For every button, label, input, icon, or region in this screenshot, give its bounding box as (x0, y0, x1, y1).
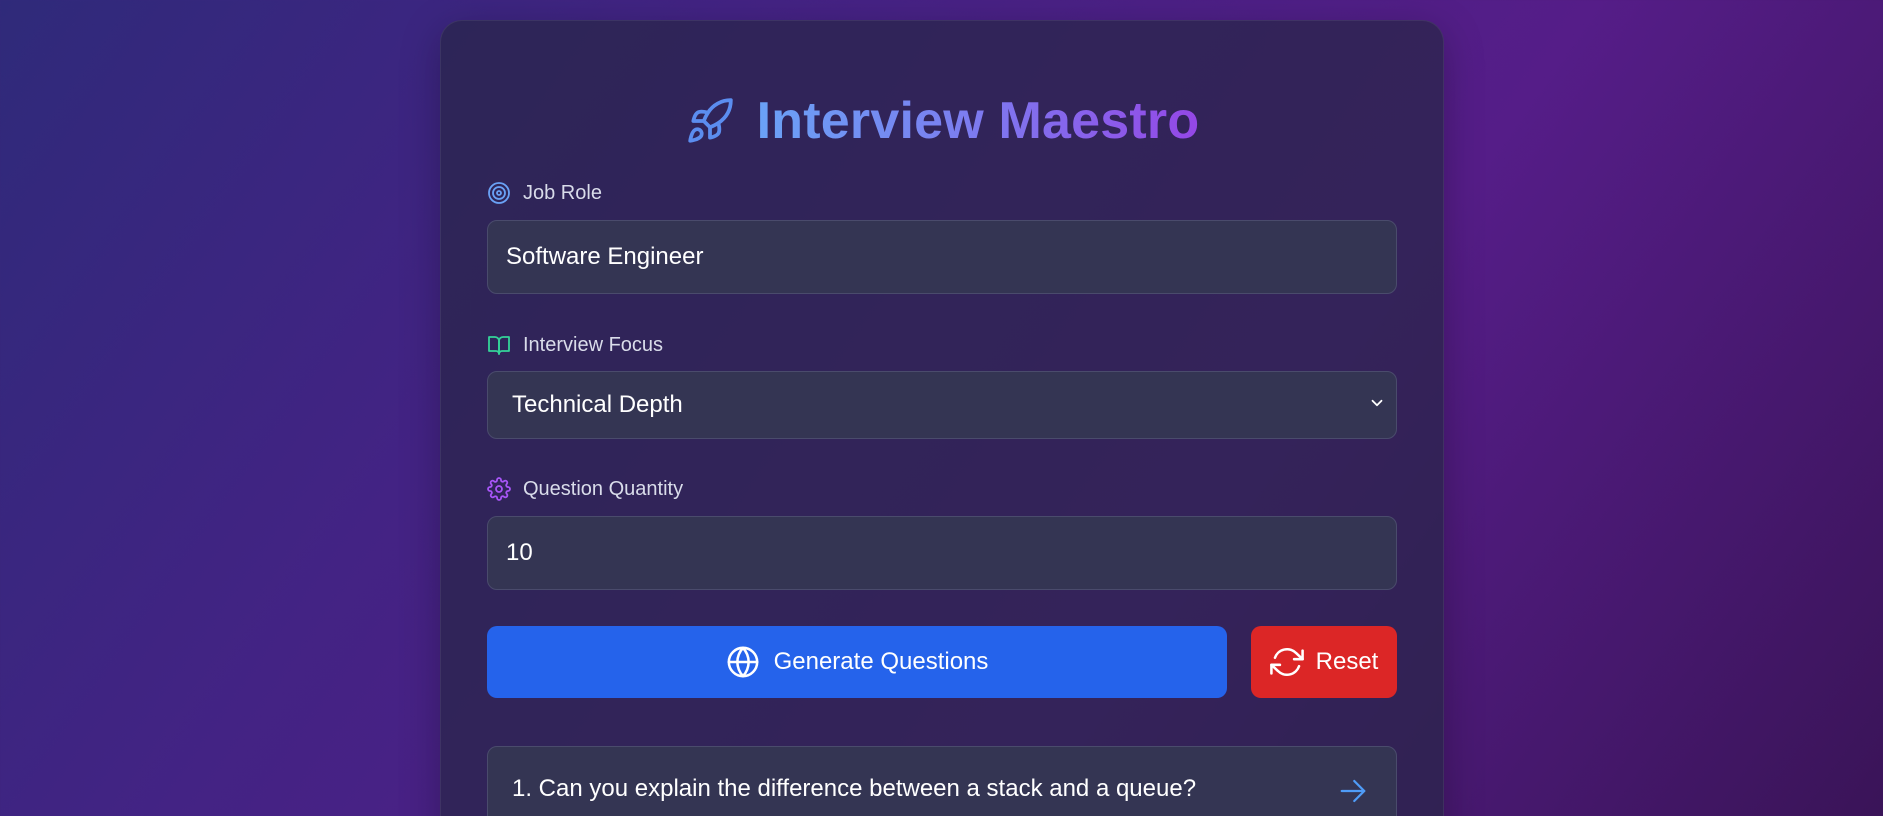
interview-focus-label-text: Interview Focus (523, 333, 664, 356)
gear-icon (487, 477, 511, 501)
generate-questions-button[interactable]: Generate Questions (487, 626, 1227, 698)
interview-focus-select[interactable]: Technical Depth (487, 371, 1397, 439)
generator-card: Interview Maestro Job Role Software Engi… (440, 20, 1444, 816)
question-quantity-label: Question Quantity (487, 477, 683, 501)
arrow-right-icon[interactable] (1338, 776, 1368, 811)
reset-label: Reset (1315, 648, 1379, 675)
target-icon (487, 181, 511, 205)
question-quantity-label-text: Question Quantity (523, 477, 684, 500)
chevron-down-icon (1368, 391, 1386, 419)
app-header: Interview Maestro (441, 69, 1443, 173)
refresh-icon (1269, 645, 1304, 679)
app-title: Interview Maestro (756, 92, 1200, 150)
book-open-icon (487, 333, 511, 357)
interview-focus-label: Interview Focus (487, 333, 663, 357)
rocket-icon (685, 96, 735, 146)
question-item[interactable]: 1. Can you explain the difference betwee… (487, 746, 1397, 816)
reset-button[interactable]: Reset (1251, 626, 1397, 698)
job-role-label-text: Job Role (523, 181, 602, 204)
generate-questions-label: Generate Questions (773, 648, 989, 675)
job-role-value: Software Engineer (506, 243, 704, 270)
globe-icon (726, 645, 760, 679)
question-quantity-input[interactable]: 10 (487, 516, 1397, 590)
question-text: 1. Can you explain the difference betwee… (512, 775, 1197, 802)
job-role-label: Job Role (487, 181, 602, 205)
interview-focus-value: Technical Depth (512, 391, 683, 418)
job-role-input[interactable]: Software Engineer (487, 220, 1397, 294)
question-quantity-value: 10 (506, 539, 533, 566)
